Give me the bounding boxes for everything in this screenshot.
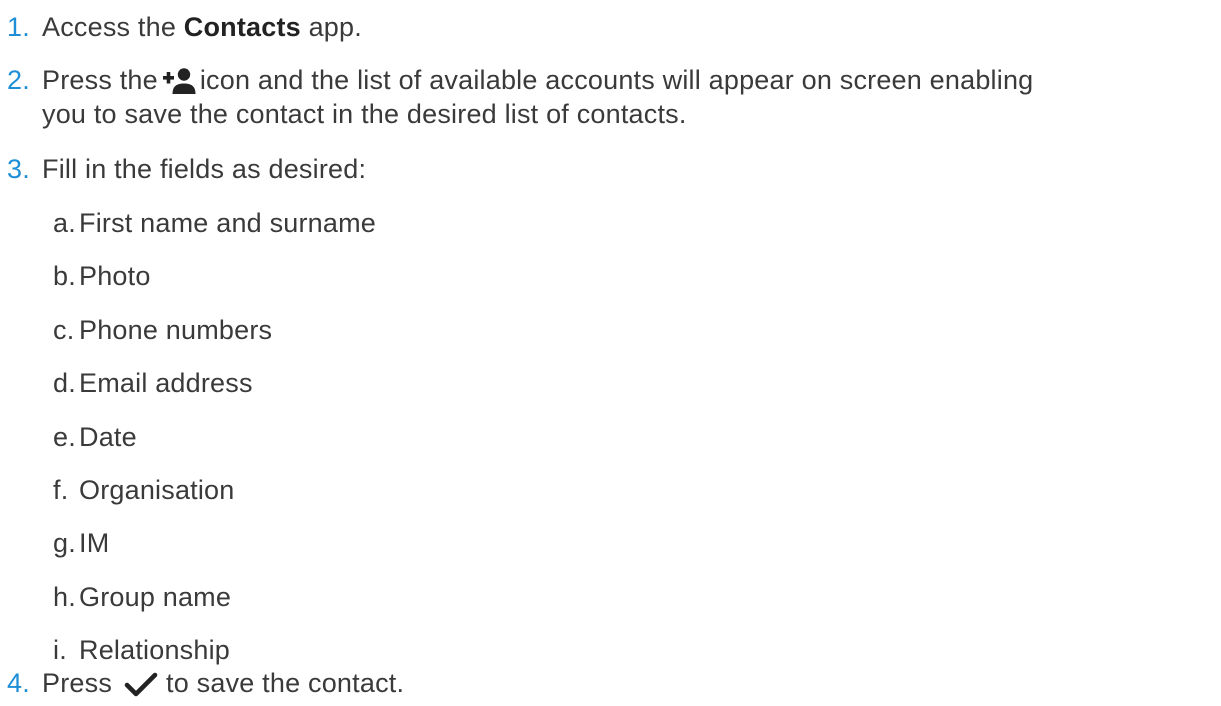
field-item: i. Relationship	[53, 633, 230, 667]
field-letter: b.	[53, 261, 76, 291]
step-number: 1.	[7, 12, 30, 42]
field-letter: i.	[53, 635, 67, 665]
field-letter: c.	[53, 315, 75, 345]
field-item: c. Phone numbers	[53, 313, 272, 347]
field-label: Photo	[79, 261, 151, 291]
field-item: d. Email address	[53, 366, 253, 400]
step-2-continuation: you to save the contact in the desired l…	[7, 97, 687, 131]
field-label: Email address	[79, 368, 253, 398]
checkmark-icon	[124, 672, 158, 706]
step-text: Access the	[42, 12, 184, 42]
step-text: you to save the contact in the desired l…	[42, 99, 687, 129]
step-text: Press the	[42, 65, 158, 95]
field-letter: h.	[53, 582, 76, 612]
step-text: app.	[300, 12, 362, 42]
step-text: icon and the list of available accounts …	[199, 65, 1034, 95]
step-text: to save the contact.	[166, 668, 405, 698]
field-item: a. First name and surname	[53, 206, 376, 240]
step-3: 3. Fill in the fields as desired:	[7, 152, 366, 186]
field-label: Date	[79, 422, 137, 452]
field-item: h. Group name	[53, 580, 231, 614]
field-letter: a.	[53, 208, 76, 238]
step-1: 1. Access the Contacts app.	[7, 10, 362, 44]
app-name: Contacts	[183, 12, 301, 42]
field-label: Phone numbers	[79, 315, 273, 345]
step-number: 3.	[7, 154, 30, 184]
field-item: e. Date	[53, 420, 137, 454]
field-item: b. Photo	[53, 259, 151, 293]
step-text: Fill in the fields as desired:	[42, 154, 367, 184]
field-letter: f.	[53, 475, 69, 505]
field-item: f. Organisation	[53, 473, 235, 507]
field-item: g. IM	[53, 526, 109, 560]
field-letter: d.	[53, 368, 76, 398]
field-letter: e.	[53, 422, 76, 452]
step-number: 4.	[7, 668, 30, 698]
field-label: Group name	[79, 582, 232, 612]
field-label: IM	[79, 528, 110, 558]
step-4: 4. Press to save the contact.	[7, 666, 404, 706]
instructions-page: 1. Access the Contacts app. 2. Press the ic…	[0, 0, 1221, 706]
step-number: 2.	[7, 65, 30, 95]
step-text: Press	[42, 668, 113, 698]
field-label: Organisation	[79, 475, 235, 505]
field-letter: g.	[53, 528, 76, 558]
field-label: Relationship	[79, 635, 230, 665]
field-label: First name and surname	[79, 208, 377, 238]
